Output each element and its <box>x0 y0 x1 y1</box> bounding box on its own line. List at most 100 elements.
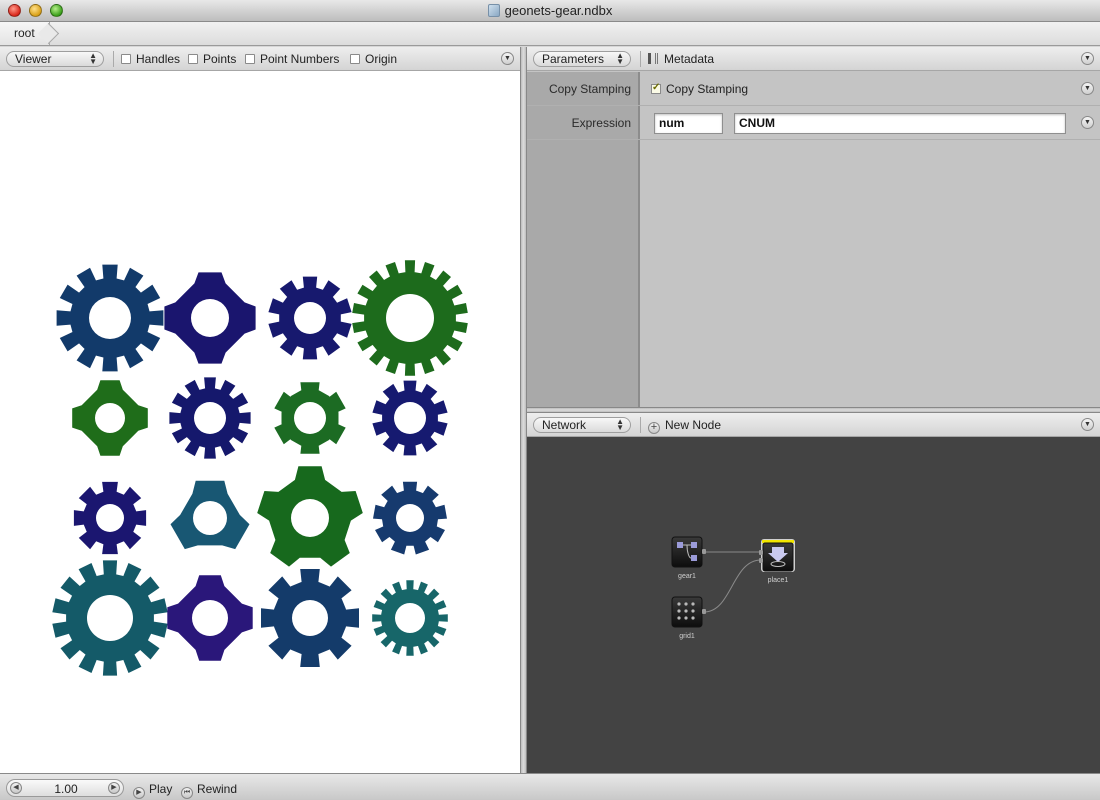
place1-input-port-shape[interactable] <box>759 550 763 555</box>
gear1-output-port[interactable] <box>702 549 706 554</box>
play-icon: ▶ <box>133 787 145 799</box>
expression-value-text: CNUM <box>739 116 775 130</box>
frame-value[interactable]: 1.00 <box>37 782 95 796</box>
origin-checkbox[interactable]: Origin <box>350 52 397 66</box>
gear-shape <box>372 580 448 656</box>
toolbar-divider <box>113 51 114 67</box>
updown-arrows-icon: ▲ ▼ <box>616 51 624 66</box>
gear-drawing <box>52 260 468 676</box>
play-button[interactable]: ▶ Play <box>133 782 173 799</box>
rewind-button[interactable]: ⏮ Rewind <box>181 782 238 799</box>
grid-node-icon <box>677 602 695 620</box>
expression-value-input[interactable]: CNUM <box>734 113 1066 134</box>
new-node-button[interactable]: + New Node <box>648 418 722 434</box>
rewind-icon: ⏮ <box>181 787 193 799</box>
gear-shape <box>352 260 468 376</box>
gear-shape <box>257 466 363 567</box>
gear1-node-body <box>671 536 703 568</box>
gear1-label: gear1 <box>678 573 696 580</box>
expression-name-input[interactable]: num <box>654 113 723 134</box>
parameters-options-menu-button[interactable]: ▼ <box>1081 52 1094 65</box>
parameter-row-expression: Expression num CNUM ▼ <box>527 106 1100 140</box>
network-canvas[interactable]: gear1 grid1 place1 <box>527 438 1100 773</box>
title-bar: geonets-gear.ndbx <box>0 0 1100 22</box>
metadata-button[interactable]: Metadata <box>648 52 714 66</box>
updown-arrows-icon: ▲ ▼ <box>89 51 97 66</box>
plus-icon: + <box>648 422 660 434</box>
gear-shape <box>56 264 164 372</box>
toolbar-divider <box>640 51 641 67</box>
gear-shape <box>372 380 448 456</box>
network-tab-select[interactable]: Network ▲ ▼ <box>533 417 631 433</box>
gear-shape <box>72 380 148 456</box>
network-tab-label: Network <box>542 418 587 432</box>
viewer-mode-label: Viewer <box>15 52 52 66</box>
gear-shape <box>170 480 250 550</box>
viewer-canvas[interactable] <box>0 72 520 772</box>
window-title: geonets-gear.ndbx <box>0 3 1100 18</box>
chevron-down-icon: ▼ <box>1084 421 1091 428</box>
expression-name-value: num <box>659 116 685 130</box>
checkbox-icon <box>245 54 255 64</box>
copy-stamping-checkbox[interactable]: Copy Stamping <box>651 82 748 96</box>
network-options-menu-button[interactable]: ▼ <box>1081 418 1094 431</box>
chevron-down-icon: ▼ <box>1084 55 1091 62</box>
new-node-label: New Node <box>665 418 722 432</box>
point-numbers-checkbox-label: Point Numbers <box>260 52 340 66</box>
parameter-row-node: Copy Stamping Copy Stamping ▼ <box>527 72 1100 106</box>
breadcrumb-root-label: root <box>14 26 35 40</box>
place1-input-port-template[interactable] <box>759 558 763 563</box>
updown-arrows-icon: ▲ ▼ <box>616 417 624 432</box>
connection-grid1-place1 <box>703 559 762 613</box>
window-title-text: geonets-gear.ndbx <box>504 3 613 18</box>
checkbox-icon <box>188 54 198 64</box>
node-gear1[interactable]: gear1 <box>671 536 706 580</box>
node-place1[interactable]: place1 <box>759 539 795 584</box>
points-checkbox[interactable]: Points <box>188 52 236 66</box>
network-graph: gear1 grid1 place1 <box>671 536 795 640</box>
frame-increment-button[interactable]: ▶ <box>108 782 120 794</box>
grid1-output-port[interactable] <box>702 609 706 614</box>
frame-stepper[interactable]: ◀ 1.00 ▶ <box>6 779 124 797</box>
playback-bar: ◀ 1.00 ▶ ▶ Play ⏮ Rewind <box>0 773 1100 800</box>
chevron-right-icon: ▶ <box>111 784 117 791</box>
parameters-tab-label: Parameters <box>542 52 605 66</box>
frame-decrement-button[interactable]: ◀ <box>10 782 22 794</box>
chevron-down-icon: ▼ <box>1084 85 1091 92</box>
network-pane: Network ▲ ▼ + New Node ▼ gear1 grid1 pla… <box>527 413 1100 773</box>
chevron-left-icon: ◀ <box>13 784 19 791</box>
grid1-label: grid1 <box>679 633 695 640</box>
node-grid1[interactable]: grid1 <box>671 596 706 640</box>
copy-stamping-checkbox-label: Copy Stamping <box>666 82 749 96</box>
origin-checkbox-label: Origin <box>365 52 398 66</box>
viewer-toolbar: Viewer ▲ ▼ Handles Points Point Numbers O… <box>0 47 520 71</box>
expression-label: Expression <box>571 116 631 130</box>
checkmark-icon <box>651 82 661 94</box>
handles-checkbox[interactable]: Handles <box>121 52 180 66</box>
gear-shape <box>164 272 256 364</box>
gear-shape <box>52 560 168 676</box>
gear-shape <box>261 569 359 667</box>
points-checkbox-label: Points <box>203 52 237 66</box>
play-label: Play <box>149 782 173 796</box>
rewind-label: Rewind <box>197 782 238 796</box>
parameters-toolbar: Parameters ▲ ▼ Metadata ▼ <box>527 47 1100 71</box>
parameters-tab-select[interactable]: Parameters ▲ ▼ <box>533 51 631 67</box>
document-icon <box>487 4 500 17</box>
gear-shape <box>274 382 346 454</box>
path-bar: root <box>0 22 1100 46</box>
parameters-pane: Parameters ▲▼ Metadata ▼ Copy Stamping C… <box>527 47 1100 407</box>
viewer-options-menu-button[interactable]: ▼ <box>501 52 514 65</box>
gear-shape <box>73 481 147 555</box>
point-numbers-checkbox[interactable]: Point Numbers <box>245 52 339 66</box>
viewer-mode-select[interactable]: Viewer ▲ ▼ <box>6 51 104 67</box>
expression-row-menu-button[interactable]: ▼ <box>1081 116 1094 129</box>
chevron-down-icon: ▼ <box>504 55 511 62</box>
breadcrumb-root[interactable]: root <box>0 22 50 45</box>
checkbox-icon <box>350 54 360 64</box>
chevron-down-icon: ▼ <box>1084 119 1091 126</box>
node-row-menu-button[interactable]: ▼ <box>1081 82 1094 95</box>
handles-checkbox-label: Handles <box>136 52 181 66</box>
gear-shape <box>169 377 251 459</box>
checkbox-icon <box>121 54 131 64</box>
